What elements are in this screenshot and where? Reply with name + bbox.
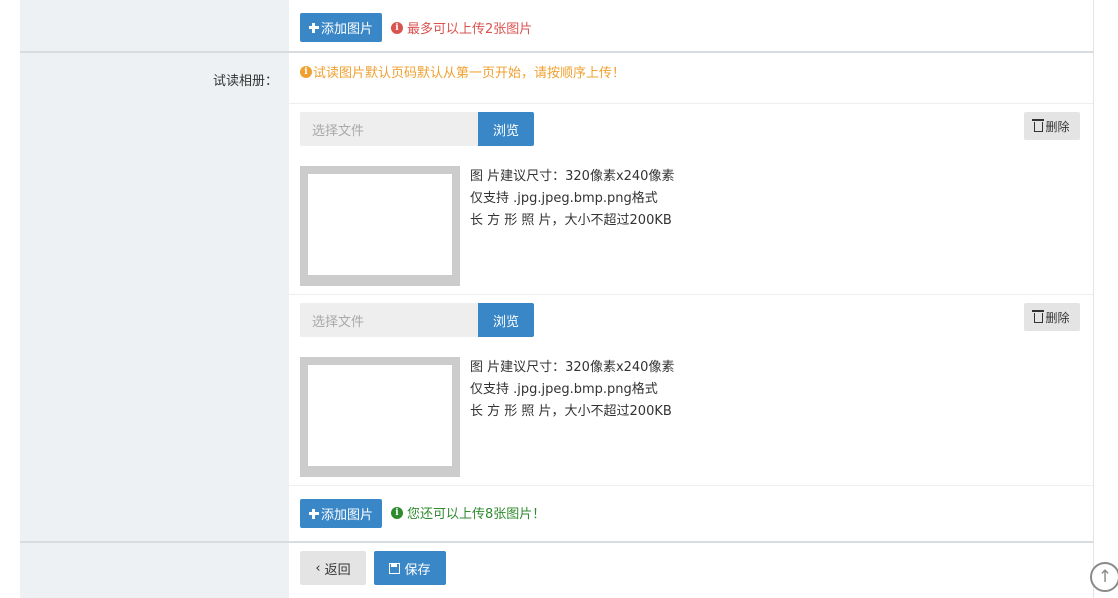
tip-filesize: 长 方 形 照 片，大小不超过200KB	[470, 404, 672, 419]
back-label: 返回	[324, 562, 351, 578]
tip-size: 图 片建议尺寸：320像素x240像素	[470, 169, 675, 184]
left-gutter	[0, 0, 20, 598]
tip-filesize: 长 方 形 照 片，大小不超过200KB	[470, 213, 672, 228]
file-input-2[interactable]: 选择文件	[300, 303, 478, 337]
browse-label: 浏览	[492, 123, 519, 139]
browse-label: 浏览	[492, 314, 519, 330]
info-icon: i	[391, 506, 403, 519]
save-button[interactable]: 保存	[374, 551, 446, 585]
trial-album-label: 试读相册：	[213, 74, 279, 89]
trial-notice: i 试读图片默认页码默认从第一页开始，请按顺序上传！	[300, 62, 625, 81]
delete-label: 删除	[1045, 310, 1070, 325]
tip-size: 图 片建议尺寸：320像素x240像素	[470, 360, 675, 375]
section-divider	[20, 51, 1093, 53]
browse-button-1[interactable]: 浏览	[478, 112, 534, 146]
browse-button-2[interactable]: 浏览	[478, 303, 534, 337]
image-tips-2: 图 片建议尺寸：320像素x240像素 仅支持 .jpg.jpeg.bmp.pn…	[470, 357, 674, 423]
plus-icon	[308, 22, 319, 33]
page: 添加图片 i 最多可以上传2张图片 试读相册： i 试读图片默认页码默认从第一页…	[0, 0, 1118, 598]
add-image-button-bottom[interactable]: 添加图片	[300, 499, 382, 528]
upload-limit-text: 最多可以上传2张图片	[407, 22, 533, 37]
image-preview-inner	[308, 365, 452, 466]
info-icon: i	[300, 65, 312, 78]
file-input-placeholder: 选择文件	[312, 123, 365, 139]
row-divider	[289, 485, 1093, 486]
scroll-to-top-button[interactable]: ↑	[1090, 562, 1118, 592]
plus-icon	[308, 508, 319, 519]
file-input-1[interactable]: 选择文件	[300, 112, 478, 146]
back-button[interactable]: ‹ 返回	[300, 551, 366, 585]
row-divider	[289, 294, 1093, 295]
add-image-label: 添加图片	[320, 22, 373, 37]
delete-button-2[interactable]: 删除	[1024, 303, 1080, 331]
tip-format: 仅支持 .jpg.jpeg.bmp.png格式	[470, 382, 658, 397]
upload-limit-note: i 最多可以上传2张图片	[391, 18, 532, 37]
trash-icon	[1032, 310, 1045, 323]
add-image-button-top[interactable]: 添加图片	[300, 13, 382, 42]
section-divider	[20, 541, 1093, 543]
save-label: 保存	[404, 562, 431, 578]
arrow-up-icon: ↑	[1097, 567, 1113, 587]
tip-format: 仅支持 .jpg.jpeg.bmp.png格式	[470, 191, 658, 206]
delete-label: 删除	[1045, 119, 1070, 134]
floppy-disk-icon	[389, 562, 401, 574]
right-gutter	[1093, 0, 1118, 598]
info-icon: i	[391, 21, 403, 34]
remaining-note: i 您还可以上传8张图片！	[391, 503, 545, 522]
label-column	[20, 0, 289, 598]
image-preview-inner	[308, 174, 452, 275]
image-preview-1	[300, 166, 460, 286]
remaining-text: 您还可以上传8张图片！	[407, 507, 546, 522]
add-image-label: 添加图片	[320, 508, 373, 523]
row-divider	[289, 103, 1093, 104]
trial-notice-text: 试读图片默认页码默认从第一页开始，请按顺序上传！	[313, 66, 626, 81]
trash-icon	[1032, 119, 1045, 132]
delete-button-1[interactable]: 删除	[1024, 112, 1080, 140]
image-preview-2	[300, 357, 460, 477]
chevron-left-icon: ‹	[315, 560, 321, 576]
file-input-placeholder: 选择文件	[312, 314, 365, 330]
image-tips-1: 图 片建议尺寸：320像素x240像素 仅支持 .jpg.jpeg.bmp.pn…	[470, 166, 674, 232]
